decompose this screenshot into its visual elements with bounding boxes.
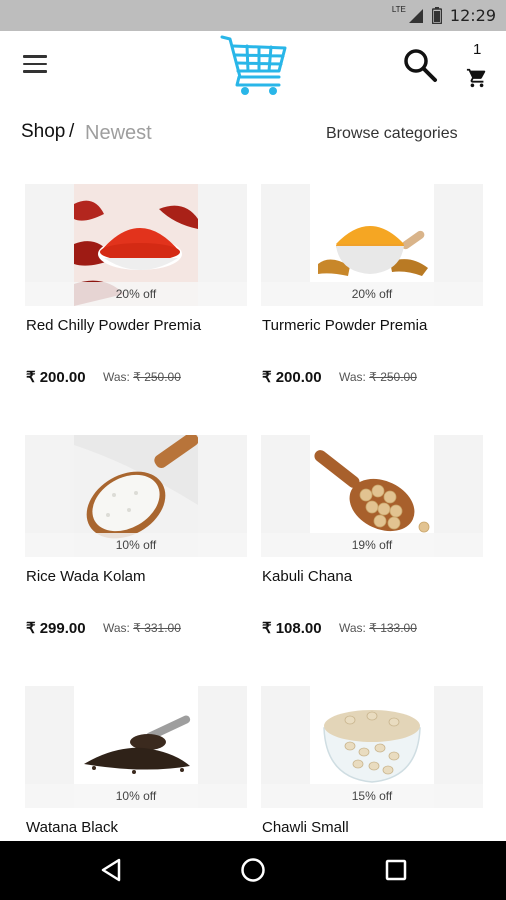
cart-count-badge: 1 — [473, 41, 482, 58]
product-price: ₹ 108.00 — [262, 620, 322, 637]
discount-badge: 15% off — [261, 784, 483, 808]
product-price: ₹ 299.00 — [26, 620, 86, 637]
back-icon[interactable] — [98, 857, 124, 883]
app-bar: 1 — [0, 31, 506, 101]
product-image: 10% off — [25, 686, 247, 808]
discount-badge: 19% off — [261, 533, 483, 557]
discount-badge: 20% off — [25, 282, 247, 306]
product-image: 15% off — [261, 686, 483, 808]
original-price: Was: ₹ 133.00 — [339, 621, 417, 635]
product-price: ₹ 200.00 — [262, 369, 322, 386]
system-nav-bar — [0, 841, 506, 900]
product-image: 20% off — [25, 184, 247, 306]
menu-icon[interactable] — [23, 55, 47, 75]
home-icon[interactable] — [240, 857, 266, 883]
search-icon[interactable] — [402, 47, 438, 83]
browse-categories-link[interactable]: Browse categories — [326, 125, 458, 143]
product-price: ₹ 200.00 — [26, 369, 86, 386]
product-name: Red Chilly Powder Premia — [26, 317, 202, 334]
product-name: Watana Black — [26, 819, 118, 836]
cart-logo-icon[interactable] — [219, 33, 289, 97]
network-type: LTE — [391, 5, 406, 14]
product-name: Turmeric Powder Premia — [262, 317, 428, 334]
status-bar: LTE 12:29 — [0, 0, 506, 31]
product-image: 19% off — [261, 435, 483, 557]
battery-icon — [431, 7, 442, 24]
product-image: 20% off — [261, 184, 483, 306]
product-image: 10% off — [25, 435, 247, 557]
product-name: Chawli Small — [262, 819, 349, 836]
product-name: Kabuli Chana — [262, 568, 353, 585]
breadcrumb-current: Newest — [85, 122, 152, 144]
breadcrumb: Shop / Newest Browse categories — [0, 101, 506, 165]
discount-badge: 20% off — [261, 282, 483, 306]
original-price: Was: ₹ 250.00 — [339, 370, 417, 384]
recents-icon[interactable] — [383, 857, 409, 883]
cart-button[interactable]: 1 — [462, 39, 492, 89]
clock: 12:29 — [449, 6, 496, 25]
breadcrumb-shop[interactable]: Shop — [21, 121, 65, 143]
product-name: Rice Wada Kolam — [26, 568, 146, 585]
discount-badge: 10% off — [25, 784, 247, 808]
original-price: Was: ₹ 250.00 — [103, 370, 181, 384]
shopping-cart-icon — [466, 68, 486, 88]
signal-icon — [408, 8, 423, 23]
discount-badge: 10% off — [25, 533, 247, 557]
original-price: Was: ₹ 331.00 — [103, 621, 181, 635]
breadcrumb-separator: / — [69, 121, 75, 142]
